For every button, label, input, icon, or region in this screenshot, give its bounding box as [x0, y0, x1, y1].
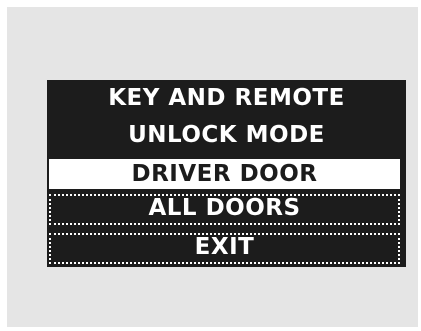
screen-title-line1: KEY AND REMOTE — [108, 85, 345, 111]
menu-option-all-doors[interactable]: ALL DOORS — [49, 194, 400, 225]
screen-title-line2: UNLOCK MODE — [128, 122, 325, 148]
menu-option-exit[interactable]: EXIT — [49, 233, 400, 264]
menu-option-driver-door[interactable]: DRIVER DOOR — [49, 159, 400, 189]
background-panel: KEY AND REMOTE UNLOCK MODE DRIVER DOOR A… — [7, 7, 418, 327]
display-screen: KEY AND REMOTE UNLOCK MODE DRIVER DOOR A… — [47, 80, 406, 267]
